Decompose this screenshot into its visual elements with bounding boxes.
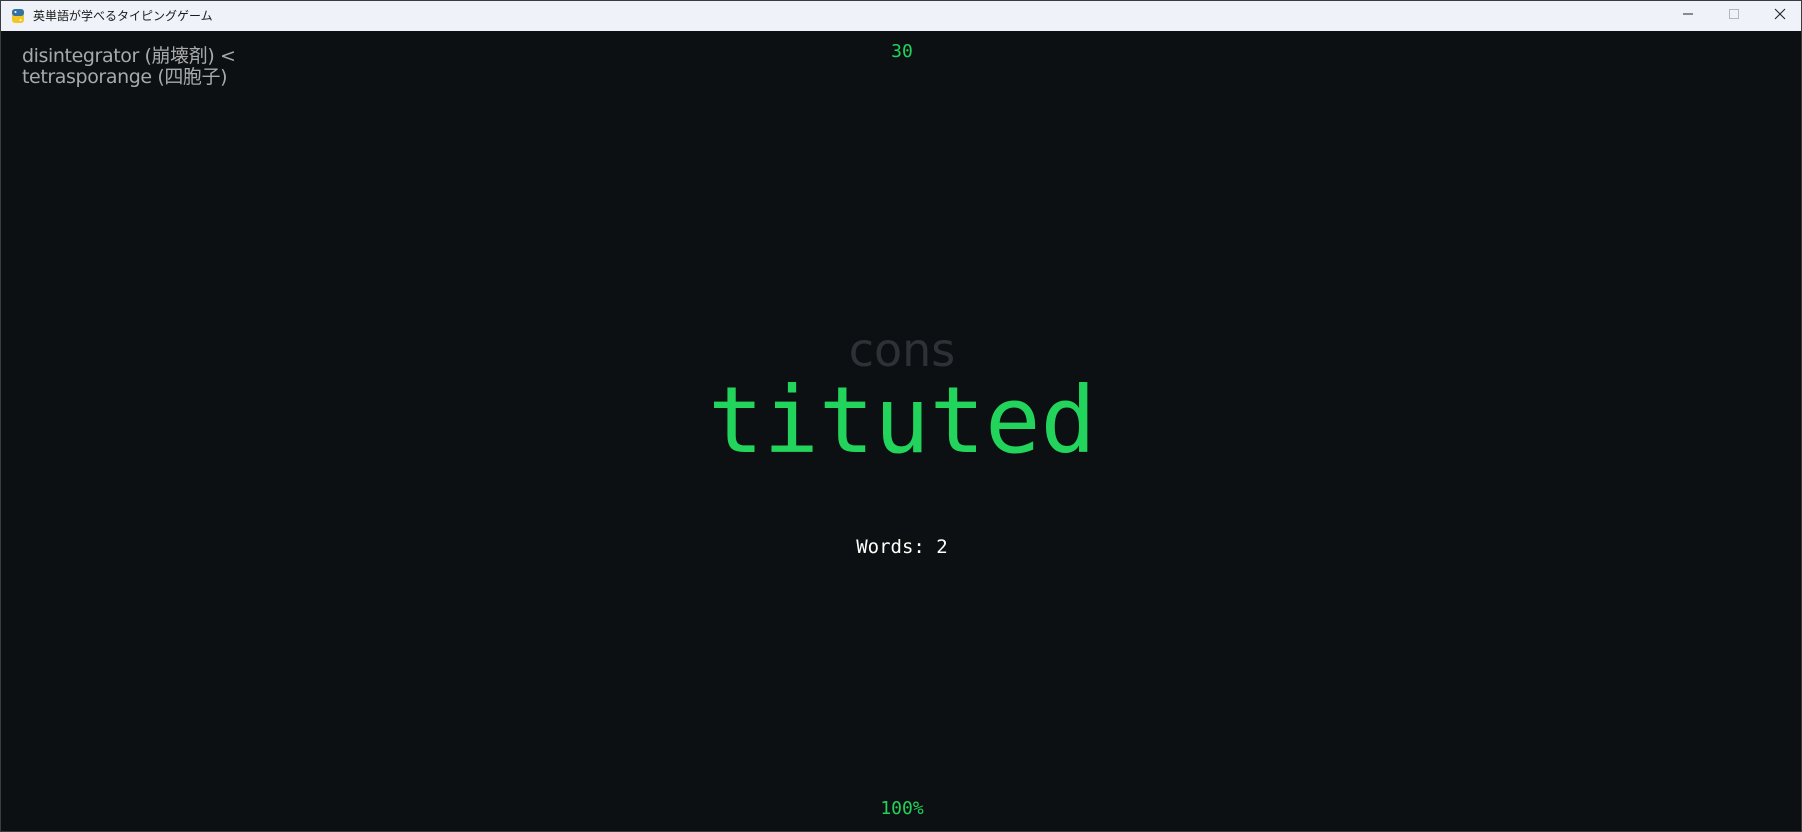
close-icon [1774,7,1786,25]
minimize-button[interactable] [1665,1,1711,31]
game-window: 英単語が学べるタイピングゲーム disintegrator (崩壊剤) < te… [0,0,1802,832]
countdown-timer: 30 [891,41,913,62]
title-bar[interactable]: 英単語が学べるタイピングゲーム [1,1,1801,31]
words-counter: Words: 2 [856,536,948,558]
maximize-icon [1728,7,1740,25]
accuracy-percentage: 100% [880,798,924,819]
maximize-button[interactable] [1711,1,1757,31]
close-button[interactable] [1757,1,1801,31]
history-item: tetrasporange (四胞子) [22,66,228,88]
remaining-letters: tituted [708,367,1096,474]
python-icon [10,8,26,24]
minimize-icon [1682,7,1694,25]
window-title: 英単語が学べるタイピングゲーム [33,9,213,23]
game-canvas[interactable]: disintegrator (崩壊剤) < tetrasporange (四胞子… [1,31,1801,831]
